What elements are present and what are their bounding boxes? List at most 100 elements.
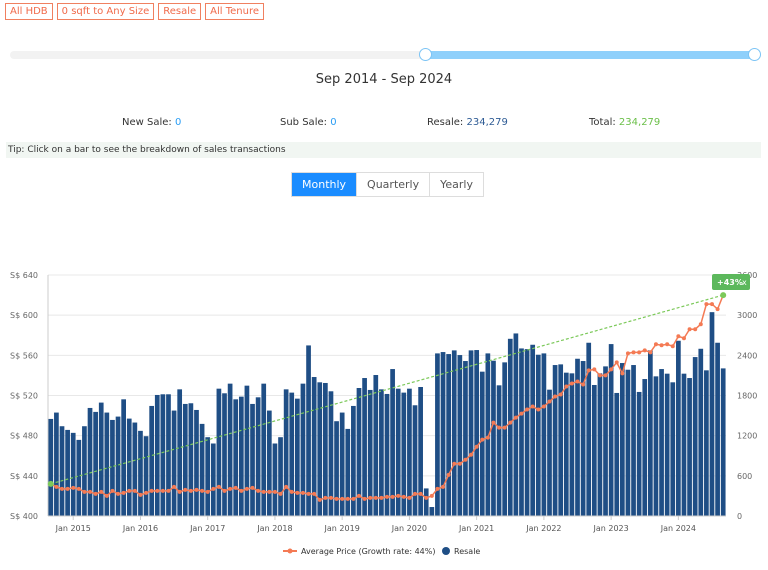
bar-resale[interactable] [216,388,222,516]
bar-resale[interactable] [569,373,575,516]
bar-resale[interactable] [687,378,692,516]
bar-resale[interactable] [87,407,93,516]
bar-resale[interactable] [82,426,87,516]
bar-resale[interactable] [48,418,54,516]
bar-resale[interactable] [188,403,194,516]
bar-resale[interactable] [653,376,659,516]
bar-resale[interactable] [272,443,278,516]
bar-resale[interactable] [110,419,115,516]
bar-resale[interactable] [535,354,541,516]
bar-resale[interactable] [491,360,496,516]
bar-resale[interactable] [93,411,98,516]
bar-resale[interactable] [681,373,687,516]
bar-resale[interactable] [160,394,166,516]
bar-resale[interactable] [255,397,261,516]
bar-resale[interactable] [306,345,311,516]
bar-resale[interactable] [278,437,283,516]
bar-resale[interactable] [115,416,121,516]
bar-resale[interactable] [636,391,642,516]
tab-monthly[interactable]: Monthly [292,173,358,196]
bar-resale[interactable] [177,389,183,516]
bar-resale[interactable] [194,409,199,516]
bar-resale[interactable] [121,399,126,516]
slider-end-handle[interactable] [748,48,761,61]
bar-resale[interactable] [429,507,435,516]
bar-resale[interactable] [720,368,726,516]
bar-resale[interactable] [446,354,451,516]
bar-resale[interactable] [266,410,272,516]
legend-price[interactable]: Average Price (Growth rate: 44%) [301,547,435,556]
bar-resale[interactable] [390,369,395,516]
bar-resale[interactable] [642,379,648,516]
bar-resale[interactable] [670,382,676,516]
bar-resale[interactable] [530,344,536,516]
tab-yearly[interactable]: Yearly [430,173,483,196]
bar-resale[interactable] [507,338,513,516]
bar-resale[interactable] [659,369,664,516]
bar-resale[interactable] [334,421,339,516]
bar-resale[interactable] [210,443,216,516]
bar-resale[interactable] [676,340,681,516]
bar-resale[interactable] [138,430,143,516]
bar-resale[interactable] [496,385,502,516]
slider-start-handle[interactable] [419,48,432,61]
bar-resale[interactable] [238,396,244,516]
bar-resale[interactable] [289,392,295,516]
bar-resale[interactable] [603,366,608,516]
bar-resale[interactable] [205,437,211,516]
legend-resale[interactable]: Resale [454,547,480,556]
bar-resale[interactable] [563,372,569,516]
bar-resale[interactable] [519,348,524,516]
bar-resale[interactable] [171,410,177,516]
bar-resale[interactable] [362,378,367,516]
bar-resale[interactable] [468,350,474,516]
bar-resale[interactable] [300,383,306,516]
bar-resale[interactable] [182,403,188,516]
bar-resale[interactable] [463,361,468,516]
bar-resale[interactable] [692,357,698,516]
tab-quarterly[interactable]: Quarterly [357,173,431,196]
bar-resale[interactable] [70,432,76,516]
filter-property-type[interactable]: All HDB [5,3,53,20]
bar-resale[interactable] [149,405,155,516]
bar-resale[interactable] [502,362,508,516]
bar-resale[interactable] [513,333,519,516]
bar-resale[interactable] [233,399,239,516]
filter-tenure[interactable]: All Tenure [205,3,265,20]
bar-resale[interactable] [166,394,171,516]
bar-resale[interactable] [709,312,715,516]
badge-close-icon[interactable]: x [742,278,747,287]
bar-resale[interactable] [619,363,625,516]
bar-resale[interactable] [283,389,289,516]
bar-resale[interactable] [132,422,138,516]
bar-resale[interactable] [250,403,255,516]
bar-resale[interactable] [457,355,463,516]
bar-resale[interactable] [524,349,530,516]
bar-resale[interactable] [547,389,552,516]
bar-resale[interactable] [631,365,636,516]
filter-size[interactable]: 0 sqft to Any Size [56,3,155,20]
bar-resale[interactable] [65,429,70,516]
bar-resale[interactable] [418,386,423,516]
bar-resale[interactable] [698,348,704,516]
bar-resale[interactable] [126,418,132,516]
bar-resale[interactable] [98,402,104,516]
bar-resale[interactable] [715,342,720,516]
bar-resale[interactable] [373,375,379,516]
bar-resale[interactable] [227,383,233,516]
filter-sale-type[interactable]: Resale [158,3,202,20]
bar-resale[interactable] [104,412,110,516]
bar-resale[interactable] [664,373,670,516]
bar-resale[interactable] [345,428,351,516]
bar-resale[interactable] [261,383,267,516]
bar-resale[interactable] [552,365,558,516]
bar-resale[interactable] [648,350,653,516]
bar-resale[interactable] [597,373,603,516]
bar-resale[interactable] [222,393,227,516]
date-range-slider[interactable] [10,48,761,61]
bar-resale[interactable] [591,384,597,516]
bar-resale[interactable] [704,370,709,516]
bar-resale[interactable] [54,412,59,516]
bar-resale[interactable] [541,353,547,516]
bar-resale[interactable] [294,398,300,516]
